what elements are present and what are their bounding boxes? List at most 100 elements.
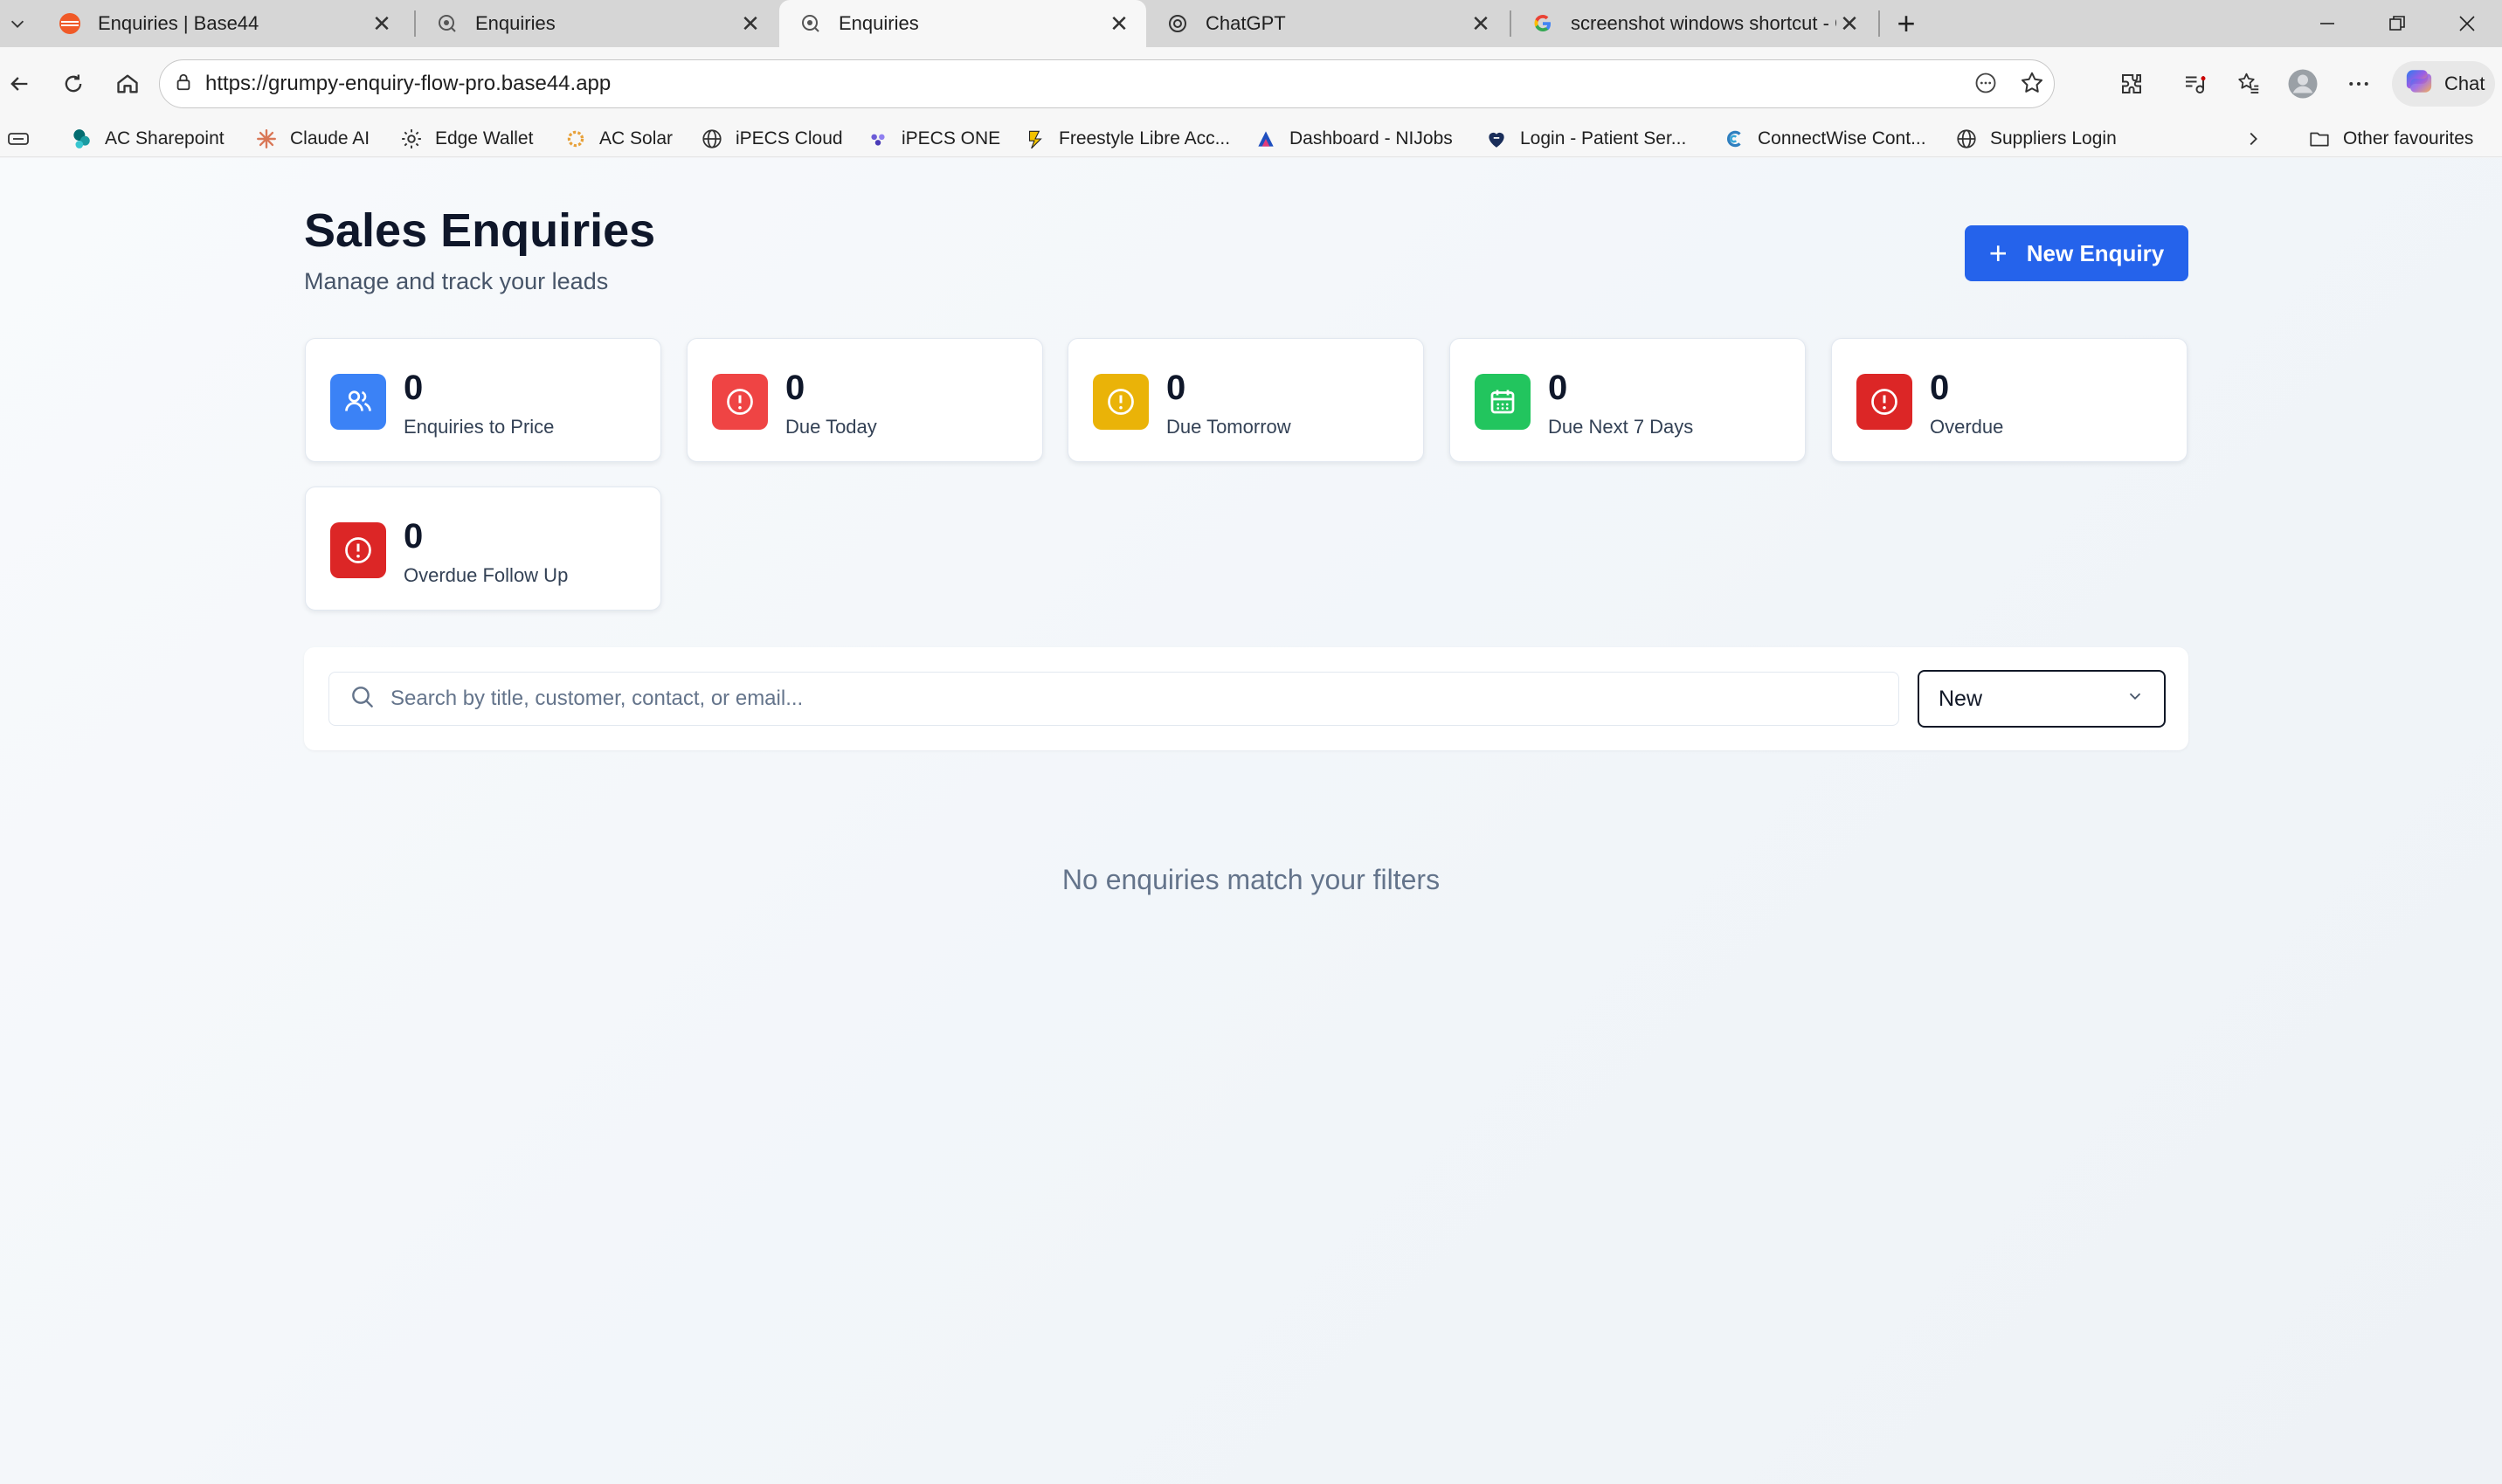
new-enquiry-label: New Enquiry	[2026, 239, 2165, 266]
stat-card-due-today[interactable]: 0 Due Today	[687, 338, 1043, 462]
stat-card-enquiries-to-price[interactable]: 0 Enquiries to Price	[305, 338, 661, 462]
sharepoint-icon	[70, 128, 93, 150]
close-tab-icon[interactable]: ✕	[1106, 10, 1132, 37]
url-text[interactable]: https://grumpy-enquiry-flow-pro.base44.a…	[205, 72, 611, 96]
tab-chatgpt[interactable]: ChatGPT ✕	[1146, 0, 1508, 47]
restore-window-button[interactable]	[2362, 0, 2432, 47]
alert-circle-icon	[1093, 374, 1149, 430]
search-box[interactable]	[328, 672, 1899, 726]
globe-icon	[1955, 128, 1978, 150]
page-content: Sales Enquiries Manage and track your le…	[0, 158, 2502, 1484]
extensions-icon[interactable]	[2109, 61, 2154, 107]
folder-icon	[2308, 128, 2331, 150]
enquiries-favicon	[435, 11, 460, 36]
chevron-down-icon	[2125, 687, 2145, 712]
tab-title: Enquiries	[839, 12, 919, 34]
stat-card-due-next-7-days[interactable]: 0 Due Next 7 Days	[1449, 338, 1806, 462]
favourites-list-icon[interactable]	[2226, 61, 2271, 107]
connectwise-icon	[1723, 128, 1745, 150]
stat-value: 0	[1166, 369, 1186, 407]
tab-enquiries-1[interactable]: Enquiries ✕	[416, 0, 778, 47]
stat-value: 0	[404, 517, 424, 556]
favourite-connectwise[interactable]: ConnectWise Cont...	[1723, 121, 1926, 157]
stat-card-due-tomorrow[interactable]: 0 Due Tomorrow	[1068, 338, 1424, 462]
status-filter-value: New	[1939, 686, 1983, 711]
libre-icon	[1024, 128, 1047, 150]
nijobs-icon	[1254, 128, 1277, 150]
status-filter-select[interactable]: New	[1918, 670, 2166, 728]
close-tab-icon[interactable]: ✕	[369, 10, 395, 37]
favourite-label: AC Solar	[599, 128, 674, 148]
favourite-ipecs-cloud[interactable]: iPECS Cloud	[701, 121, 843, 157]
browser-toolbar: https://grumpy-enquiry-flow-pro.base44.a…	[0, 47, 2502, 121]
close-tab-icon[interactable]: ✕	[1836, 10, 1863, 37]
tab-actions-menu-icon[interactable]	[0, 0, 35, 47]
page-title: Sales Enquiries	[304, 204, 656, 257]
browser-tab-strip: Enquiries | Base44 ✕ Enquiries ✕ Enquiri…	[0, 0, 2502, 47]
tab-title: screenshot windows shortcut - Go	[1571, 12, 1836, 34]
profile-avatar-icon[interactable]	[2280, 61, 2326, 107]
empty-state-message: No enquiries match your filters	[1061, 864, 1441, 895]
search-input[interactable]	[391, 687, 1876, 711]
alert-circle-icon	[330, 522, 386, 578]
google-favicon	[1531, 11, 1555, 36]
favourite-label: Edge Wallet	[435, 128, 534, 148]
favourite-claude-ai[interactable]: Claude AI	[255, 121, 370, 157]
favourite-label: Login - Patient Ser...	[1520, 128, 1687, 148]
reader-mode-icon[interactable]	[1973, 71, 1998, 100]
minimize-window-button[interactable]	[2292, 0, 2362, 47]
new-enquiry-button[interactable]: + New Enquiry	[1965, 225, 2188, 281]
favourite-label: AC Sharepoint	[105, 128, 225, 148]
stat-card-overdue[interactable]: 0 Overdue	[1831, 338, 2188, 462]
globe-icon	[701, 128, 723, 150]
plus-icon: +	[1988, 235, 2008, 271]
stat-label: Enquiries to Price	[404, 416, 555, 438]
favourite-ac-sharepoint[interactable]: AC Sharepoint	[70, 121, 225, 157]
back-button[interactable]	[0, 61, 42, 107]
close-window-button[interactable]	[2432, 0, 2502, 47]
favourite-freestyle-libre[interactable]: Freestyle Libre Acc...	[1024, 121, 1230, 157]
tab-title: ChatGPT	[1206, 12, 1286, 34]
favourite-nijobs[interactable]: Dashboard - NIJobs	[1254, 121, 1453, 157]
calendar-icon	[1475, 374, 1531, 430]
favourite-label: Freestyle Libre Acc...	[1059, 128, 1231, 148]
tab-enquiries-active[interactable]: Enquiries ✕	[779, 0, 1146, 47]
tab-google-search[interactable]: screenshot windows shortcut - Go ✕	[1511, 0, 1876, 47]
favourite-edge-wallet[interactable]: Edge Wallet	[400, 121, 533, 157]
tab-enquiries-base44[interactable]: Enquiries | Base44 ✕	[38, 0, 409, 47]
alert-circle-icon	[1856, 374, 1912, 430]
close-tab-icon[interactable]: ✕	[737, 10, 764, 37]
stat-value: 0	[785, 369, 805, 407]
stat-card-overdue-follow-up[interactable]: 0 Overdue Follow Up	[305, 487, 661, 611]
tab-title: Enquiries	[475, 12, 556, 34]
heart-icon	[1485, 128, 1508, 150]
favourite-suppliers-login[interactable]: Suppliers Login	[1955, 121, 2117, 157]
other-favourites-label: Other favourites	[2343, 128, 2474, 148]
stat-label: Overdue	[1930, 416, 2004, 438]
solar-icon	[564, 128, 587, 150]
close-tab-icon[interactable]: ✕	[1468, 10, 1494, 37]
chat-label: Chat	[2444, 72, 2485, 94]
favourite-star-icon[interactable]	[2019, 70, 2045, 100]
media-controls-icon[interactable]	[2172, 61, 2217, 107]
favourite-ac-solar[interactable]: AC Solar	[564, 121, 673, 157]
chatgpt-favicon	[1165, 11, 1190, 36]
address-bar[interactable]: https://grumpy-enquiry-flow-pro.base44.a…	[159, 59, 2055, 108]
more-options-icon[interactable]	[2336, 61, 2381, 107]
users-icon	[330, 374, 386, 430]
wallet-gear-icon	[400, 128, 423, 150]
favourites-overflow-chevron-icon[interactable]	[2243, 121, 2263, 157]
filter-panel: New	[304, 647, 2188, 750]
home-button[interactable]	[105, 61, 150, 107]
favourite-patient-login[interactable]: Login - Patient Ser...	[1485, 121, 1686, 157]
stat-label: Overdue Follow Up	[404, 564, 569, 586]
new-tab-button[interactable]: +	[1887, 0, 1925, 47]
favourites-toggle-icon[interactable]	[7, 121, 30, 157]
refresh-button[interactable]	[51, 61, 96, 107]
copilot-chat-button[interactable]: Chat	[2392, 61, 2495, 107]
favourite-label: iPECS ONE	[902, 128, 1001, 148]
favourite-ipecs-one[interactable]: iPECS ONE	[867, 121, 1000, 157]
lock-icon[interactable]	[174, 72, 193, 96]
base44-favicon	[58, 11, 82, 36]
other-favourites-folder[interactable]: Other favourites	[2308, 121, 2473, 157]
